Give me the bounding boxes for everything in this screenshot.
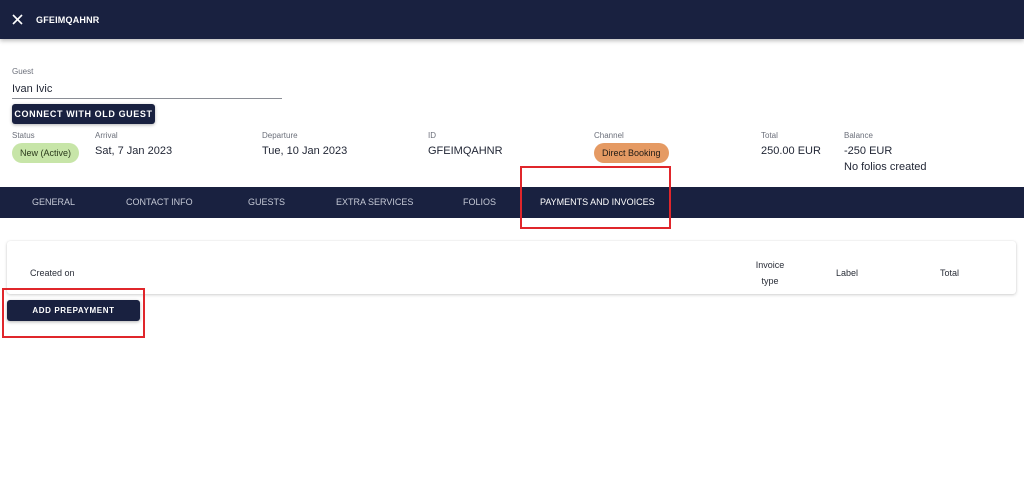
guest-input[interactable] xyxy=(12,79,282,99)
reservation-title: GFEIMQAHNR xyxy=(36,14,100,25)
balance-label: Balance xyxy=(844,131,873,140)
add-prepayment-button[interactable]: ADD PREPAYMENT xyxy=(7,300,140,321)
tab-bar: GENERAL CONTACT INFO GUESTS EXTRA SERVIC… xyxy=(0,187,1024,218)
channel-label: Channel xyxy=(594,131,624,140)
arrival-value: Sat, 7 Jan 2023 xyxy=(95,145,173,157)
id-value: GFEIMQAHNR xyxy=(428,145,503,157)
total-value: 250.00 EUR xyxy=(761,145,821,157)
close-icon xyxy=(11,14,23,25)
column-header-invoice-type-line2: type xyxy=(761,276,779,286)
column-header-total[interactable]: Total xyxy=(940,265,959,281)
id-field: ID GFEIMQAHNR xyxy=(428,131,503,159)
arrival-field: Arrival Sat, 7 Jan 2023 xyxy=(95,131,172,159)
balance-field: Balance -250 EUR No folios created xyxy=(844,131,927,175)
tab-contact-info[interactable]: CONTACT INFO xyxy=(126,187,193,218)
column-header-invoice-type-line1: Invoice xyxy=(755,260,785,270)
status-badge: New (Active) xyxy=(12,143,80,163)
column-header-label[interactable]: Label xyxy=(836,265,858,281)
tab-extra-services[interactable]: EXTRA SERVICES xyxy=(336,187,413,218)
column-header-created-on[interactable]: Created on xyxy=(30,265,75,281)
departure-value: Tue, 10 Jan 2023 xyxy=(262,145,348,157)
balance-note: No folios created xyxy=(844,161,927,173)
status-field: Status New (Active) xyxy=(12,131,80,163)
invoices-table: Created on Invoice type Label Total xyxy=(7,241,1016,294)
connect-old-guest-button[interactable]: CONNECT WITH OLD GUEST xyxy=(12,104,155,124)
close-button[interactable] xyxy=(9,12,25,28)
top-app-bar: GFEIMQAHNR xyxy=(0,0,1024,39)
tab-folios[interactable]: FOLIOS xyxy=(463,187,496,218)
channel-field: Channel Direct Booking xyxy=(594,131,669,163)
balance-value: -250 EUR xyxy=(844,145,893,157)
total-label: Total xyxy=(761,131,778,140)
arrival-label: Arrival xyxy=(95,131,118,140)
column-header-invoice-type[interactable]: Invoice type xyxy=(752,257,788,289)
guest-field-label: Guest xyxy=(12,67,34,76)
channel-badge: Direct Booking xyxy=(594,143,669,163)
departure-label: Departure xyxy=(262,131,298,140)
id-label: ID xyxy=(428,131,436,140)
tab-general[interactable]: GENERAL xyxy=(32,187,75,218)
tab-guests[interactable]: GUESTS xyxy=(248,187,285,218)
total-field: Total 250.00 EUR xyxy=(761,131,821,159)
departure-field: Departure Tue, 10 Jan 2023 xyxy=(262,131,347,159)
status-label: Status xyxy=(12,131,35,140)
tab-payments-and-invoices[interactable]: PAYMENTS AND INVOICES xyxy=(540,187,655,218)
